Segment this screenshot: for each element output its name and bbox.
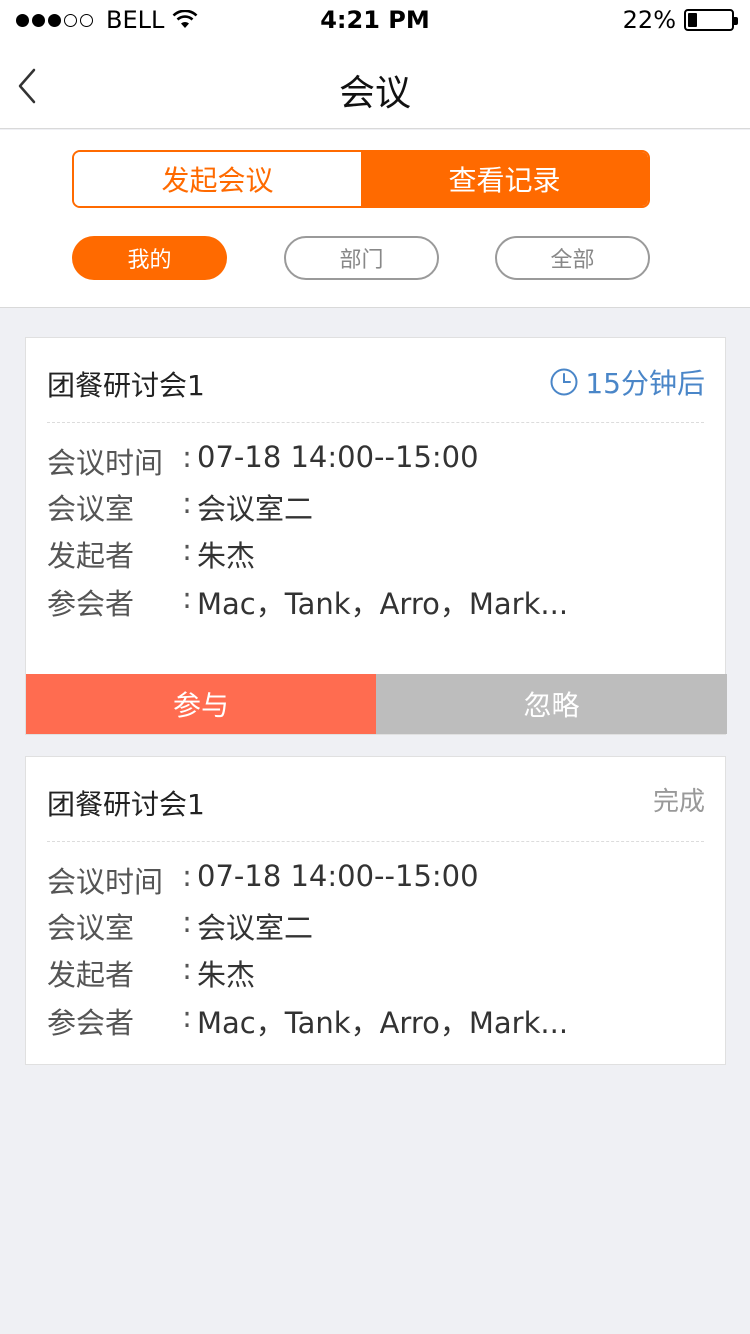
meeting-room-value: 会议室二 <box>197 492 314 526</box>
status-right: 22% <box>622 6 738 34</box>
attendees-value: Mac，Tank，Arro，Mark... <box>197 1006 569 1040</box>
meeting-title: 团餐研讨会1 <box>47 369 205 402</box>
separator: : <box>182 905 192 939</box>
initiator-value: 朱杰 <box>197 958 256 992</box>
filter-department-button[interactable]: 部门 <box>284 236 439 280</box>
meeting-time-row: 会议时间 : 07-18 14:00--15:00 <box>47 859 479 901</box>
segmented-control: 发起会议 查看记录 <box>72 150 650 208</box>
meeting-time-row: 会议时间 : 07-18 14:00--15:00 <box>47 440 479 482</box>
card-divider <box>47 841 704 842</box>
join-button[interactable]: 参与 <box>26 674 376 734</box>
nav-bar: 会议 <box>0 40 750 129</box>
meeting-time-value: 07-18 14:00--15:00 <box>197 859 479 893</box>
segment-start-meeting[interactable]: 发起会议 <box>74 152 361 206</box>
initiator-label: 发起者 <box>47 958 135 992</box>
attendees-label: 参会者 <box>47 587 135 621</box>
separator: : <box>182 952 192 986</box>
separator: : <box>182 859 192 893</box>
attendees-label: 参会者 <box>47 1006 135 1040</box>
initiator-label: 发起者 <box>47 539 135 573</box>
separator: : <box>182 581 192 615</box>
card-actions: 参与 忽略 <box>26 674 727 734</box>
battery-percent: 22% <box>622 6 676 34</box>
clock-icon <box>550 368 578 396</box>
countdown-text: 15分钟后 <box>585 367 705 400</box>
ignore-button[interactable]: 忽略 <box>376 674 727 734</box>
controls-panel: 发起会议 查看记录 我的 部门 全部 <box>0 130 750 308</box>
initiator-row: 发起者 : 朱杰 <box>47 533 255 575</box>
battery-icon <box>684 9 738 31</box>
initiator-row: 发起者 : 朱杰 <box>47 952 255 994</box>
separator: : <box>182 1000 192 1034</box>
meeting-card[interactable]: 团餐研讨会1 15分钟后 会议时间 : 07-18 14:00--15:00 会… <box>25 337 727 735</box>
attendees-row: 参会者 : Mac，Tank，Arro，Mark... <box>47 1000 568 1042</box>
attendees-value: Mac，Tank，Arro，Mark... <box>197 587 569 621</box>
meeting-room-row: 会议室 : 会议室二 <box>47 905 313 947</box>
meeting-card[interactable]: 团餐研讨会1 完成 会议时间 : 07-18 14:00--15:00 会议室 … <box>25 756 726 1065</box>
meeting-title: 团餐研讨会1 <box>47 788 205 821</box>
separator: : <box>182 486 192 520</box>
meeting-room-row: 会议室 : 会议室二 <box>47 486 313 528</box>
battery-level <box>688 13 698 27</box>
filter-all-button[interactable]: 全部 <box>495 236 650 280</box>
page-title: 会议 <box>338 73 411 114</box>
meeting-room-value: 会议室二 <box>197 911 314 945</box>
initiator-value: 朱杰 <box>197 539 256 573</box>
meeting-status: 完成 <box>652 787 705 817</box>
meeting-time-value: 07-18 14:00--15:00 <box>197 440 479 474</box>
attendees-row: 参会者 : Mac，Tank，Arro，Mark... <box>47 581 568 623</box>
separator: : <box>182 533 192 567</box>
meeting-room-label: 会议室 <box>47 492 135 526</box>
card-divider <box>47 422 704 423</box>
segment-view-records[interactable]: 查看记录 <box>361 152 648 206</box>
filter-mine-button[interactable]: 我的 <box>72 236 227 280</box>
meeting-room-label: 会议室 <box>47 911 135 945</box>
filter-pills: 我的 部门 全部 <box>72 236 650 280</box>
meeting-countdown: 15分钟后 <box>549 362 705 402</box>
meeting-time-label: 会议时间 <box>47 865 164 899</box>
meeting-time-label: 会议时间 <box>47 446 164 480</box>
separator: : <box>182 440 192 474</box>
status-bar: BELL 4:21 PM 22% <box>0 0 750 40</box>
